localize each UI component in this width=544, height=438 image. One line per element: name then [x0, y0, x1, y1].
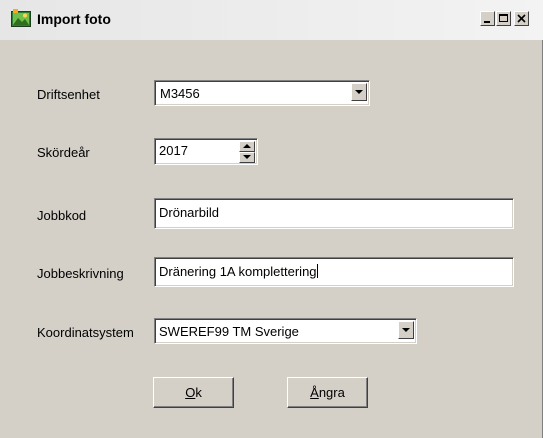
jobbeskrivning-value: Dränering 1A komplettering	[159, 264, 317, 279]
driftsenhet-value: M3456	[160, 86, 200, 101]
skordear-spinner[interactable]: 2017	[154, 138, 258, 165]
angra-label-rest: ngra	[318, 385, 345, 400]
jobbkod-label: Jobbkod	[37, 208, 87, 223]
driftsenhet-label: Driftsenhet	[37, 87, 100, 102]
skordear-label: Skördeår	[37, 145, 90, 160]
driftsenhet-dropdown[interactable]: M3456	[154, 80, 370, 106]
window-title: Import foto	[37, 11, 111, 27]
koordinatsystem-label: Koordinatsystem	[37, 325, 134, 340]
ok-button[interactable]: Ok	[153, 377, 234, 408]
maximize-button[interactable]	[496, 11, 511, 26]
spin-down-button[interactable]	[239, 152, 255, 163]
title-bar[interactable]: Import foto	[0, 0, 543, 40]
angra-accelerator: Å	[310, 385, 319, 400]
close-button[interactable]	[514, 11, 529, 26]
jobbeskrivning-text: Dränering 1A komplettering	[159, 264, 318, 280]
text-caret	[316, 264, 318, 278]
jobbeskrivning-label: Jobbeskrivning	[37, 266, 124, 281]
jobbkod-value: Drönarbild	[159, 205, 219, 220]
import-foto-dialog: Import foto Driftsenhet M3456 Skördeår 2…	[0, 0, 543, 438]
ok-label-rest: k	[195, 385, 202, 400]
jobbkod-input[interactable]: Drönarbild	[154, 198, 514, 229]
ok-accelerator: O	[185, 385, 196, 400]
koordinatsystem-value: SWEREF99 TM Sverige	[159, 324, 299, 339]
skordear-value: 2017	[159, 143, 188, 158]
koordinatsystem-dropdown[interactable]: SWEREF99 TM Sverige	[154, 318, 417, 344]
app-photo-icon	[11, 9, 31, 29]
jobbeskrivning-input[interactable]: Dränering 1A komplettering	[154, 257, 514, 287]
koordinatsystem-dropdown-button[interactable]	[398, 321, 414, 339]
minimize-button[interactable]	[480, 11, 495, 26]
driftsenhet-dropdown-button[interactable]	[351, 83, 367, 101]
spin-up-button[interactable]	[239, 141, 255, 152]
angra-button[interactable]: Ångra	[287, 377, 368, 408]
